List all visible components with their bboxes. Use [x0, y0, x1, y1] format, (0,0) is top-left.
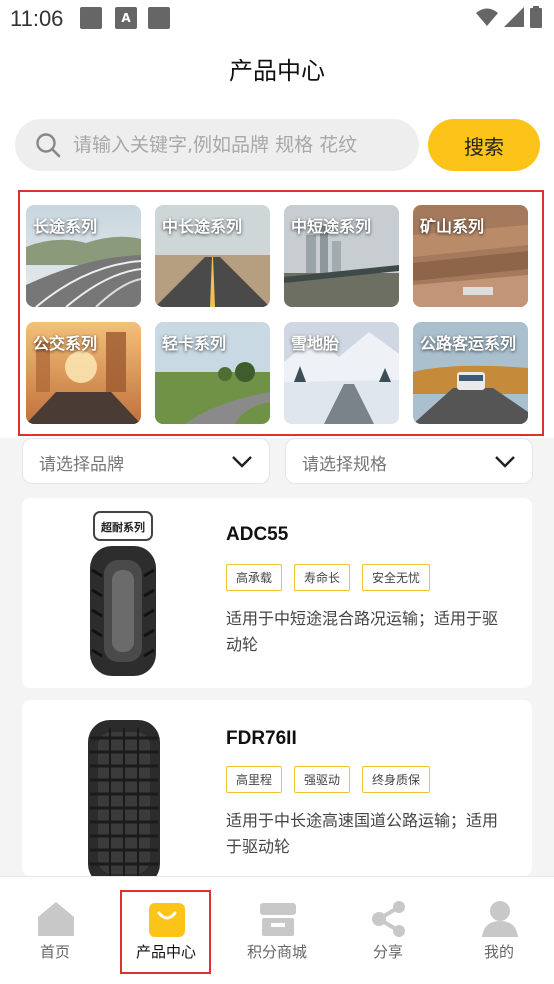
product-tag: 高承载	[226, 564, 283, 591]
user-icon	[482, 901, 518, 937]
notification-icon	[80, 7, 102, 29]
product-name: ADC55	[226, 524, 289, 545]
product-tag: 高里程	[226, 766, 283, 793]
store-icon	[260, 903, 296, 936]
category-tile-mid-long-haul[interactable]: 中长途系列	[155, 205, 270, 307]
tab-points-mall[interactable]: 积分商城	[222, 877, 332, 977]
page-title: 产品中心	[229, 57, 325, 85]
category-label: 中长途系列	[162, 217, 243, 236]
product-name: FDR76II	[226, 728, 297, 749]
share-icon	[372, 901, 405, 937]
tab-label: 积分商城	[246, 943, 307, 961]
search-input[interactable]	[73, 119, 393, 171]
search-button[interactable]: 搜索	[428, 119, 540, 171]
tab-label: 分享	[372, 943, 403, 961]
product-tag: 终身质保	[362, 766, 431, 793]
category-label: 公交系列	[33, 334, 98, 353]
status-bar: 11:06 A	[0, 0, 554, 38]
category-tile-light-truck[interactable]: 轻卡系列	[155, 322, 270, 424]
category-tile-mining[interactable]: 矿山系列	[413, 205, 528, 307]
category-tile-bus[interactable]: 公交系列	[26, 322, 141, 424]
home-icon	[38, 902, 74, 936]
category-label: 轻卡系列	[162, 334, 227, 353]
tab-label: 我的	[483, 943, 514, 961]
notification-icon	[148, 7, 170, 29]
bottom-tab-bar: 首页 产品中心 积分商城 分享 我的	[0, 876, 554, 984]
battery-icon	[530, 6, 542, 28]
spec-select[interactable]: 请选择规格	[285, 438, 533, 484]
product-description: 适用于中短途混合路况运输；适用于驱动轮	[226, 609, 499, 654]
shopping-bag-icon	[149, 903, 185, 937]
search-bar: 搜索	[0, 108, 554, 188]
product-tags: 高里程 强驱动 终身质保	[226, 766, 431, 793]
tab-label: 产品中心	[135, 943, 196, 961]
category-grid: 长途系列 中长途系列 中短途系列 矿山系列 公交系列 轻卡系列 雪地胎 公路客运…	[26, 205, 530, 424]
tire-image: 超耐系列	[90, 511, 156, 676]
spec-select-text: 请选择规格	[302, 455, 387, 475]
category-tile-coach[interactable]: 公路客运系列	[413, 322, 528, 424]
tab-mine[interactable]: 我的	[444, 877, 554, 977]
page-header: 产品中心	[0, 38, 554, 108]
tab-home[interactable]: 首页	[0, 877, 110, 977]
status-time: 11:06	[10, 6, 64, 31]
wifi-icon	[476, 8, 498, 26]
tab-products[interactable]: 产品中心	[111, 877, 221, 977]
product-tag: 寿命长	[294, 564, 351, 591]
category-label: 矿山系列	[420, 217, 485, 236]
tab-label: 首页	[39, 943, 70, 961]
product-tags: 高承载 寿命长 安全无忧	[226, 564, 431, 591]
brand-select[interactable]: 请选择品牌	[22, 438, 270, 484]
category-tile-short-haul[interactable]: 中短途系列	[284, 205, 399, 307]
product-card[interactable]: 超耐系列 ADC55 高承载 寿命长 安全无忧 适用于中短途混合路况运输；适用于…	[22, 498, 532, 688]
search-box[interactable]	[15, 119, 419, 171]
category-label: 雪地胎	[291, 334, 340, 353]
product-card[interactable]: FDR76II 高里程 强驱动 终身质保 适用于中长途高速国道公路运输；适用于驱…	[22, 700, 532, 886]
brand-select-text: 请选择品牌	[39, 455, 124, 475]
a-icon: A	[115, 7, 137, 29]
category-tile-long-haul[interactable]: 长途系列	[26, 205, 141, 307]
product-description: 适用于中长途高速国道公路运输；适用于驱动轮	[226, 811, 499, 856]
category-label: 长途系列	[33, 217, 98, 236]
tab-share[interactable]: 分享	[333, 877, 443, 977]
chevron-down-icon	[232, 456, 252, 468]
tire-badge-text: 超耐系列	[100, 520, 145, 534]
filter-row: 请选择品牌 请选择规格	[0, 438, 554, 488]
category-label: 公路客运系列	[420, 334, 517, 353]
product-tag: 强驱动	[294, 766, 351, 793]
search-icon	[36, 133, 61, 158]
tire-image	[88, 720, 160, 886]
category-tile-snow-tire[interactable]: 雪地胎	[284, 322, 399, 424]
chevron-down-icon	[495, 456, 515, 468]
product-tag: 安全无忧	[362, 564, 431, 591]
category-label: 中短途系列	[291, 217, 372, 236]
signal-icon	[504, 7, 524, 27]
